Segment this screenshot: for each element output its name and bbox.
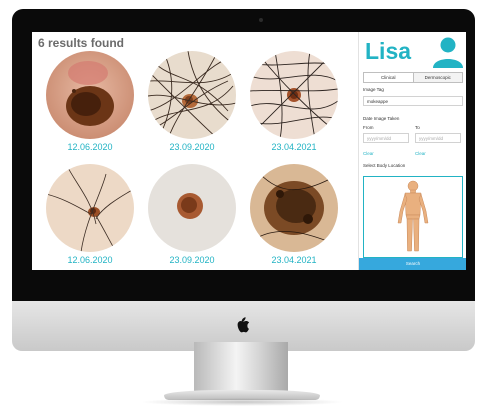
date-taken-label: Date Image Taken xyxy=(363,116,400,121)
to-label: To xyxy=(415,125,420,130)
search-button[interactable]: Search xyxy=(359,258,466,270)
from-label: From xyxy=(363,125,374,130)
date-from-input[interactable]: yyyy/mm/dd xyxy=(363,133,409,143)
tab-dermoscopic[interactable]: Dermoscopic xyxy=(413,72,463,83)
results-count-title: 6 results found xyxy=(38,36,125,50)
results-grid: 12.06.2020 23.09.2020 23.04.2021 12.06.2… xyxy=(42,49,342,269)
body-location-label: Select Body Location xyxy=(363,163,406,168)
result-date: 23.04.2021 xyxy=(271,255,317,265)
result-card[interactable]: 23.04.2021 xyxy=(246,51,342,157)
monitor-stand xyxy=(194,342,288,394)
app-screen: 6 results found 12.06.2020 23.09.2020 23… xyxy=(32,32,466,270)
clear-from-link[interactable]: Clear xyxy=(363,151,374,156)
result-card[interactable]: 12.06.2020 xyxy=(42,164,138,270)
body-figure-icon[interactable] xyxy=(364,177,462,257)
result-date: 12.06.2020 xyxy=(67,255,113,265)
result-date: 23.04.2021 xyxy=(271,142,317,152)
user-avatar-icon[interactable] xyxy=(431,34,465,68)
filter-sidebar: Lisa Clinical Dermoscopic Image Tag moke… xyxy=(358,32,466,270)
result-card[interactable]: 23.04.2021 xyxy=(246,164,342,270)
result-card[interactable]: 23.09.2020 xyxy=(144,51,240,157)
result-card[interactable]: 12.06.2020 xyxy=(42,51,138,157)
body-location-selector[interactable] xyxy=(363,176,463,258)
image-tag-label: Image Tag xyxy=(363,87,384,92)
result-card[interactable]: 23.09.2020 xyxy=(144,164,240,270)
result-date: 12.06.2020 xyxy=(67,142,113,152)
image-tag-input[interactable]: mokeappe xyxy=(363,96,463,106)
camera-icon xyxy=(259,18,263,22)
lesion-image[interactable] xyxy=(250,164,338,252)
lesion-image[interactable] xyxy=(148,51,236,139)
clear-to-link[interactable]: Clear xyxy=(415,151,426,156)
date-to-input[interactable]: yyyy/mm/dd xyxy=(415,133,461,143)
monitor-shadow xyxy=(140,398,344,406)
image-type-tabs: Clinical Dermoscopic xyxy=(363,72,463,83)
user-name: Lisa xyxy=(365,38,412,64)
lesion-image[interactable] xyxy=(250,51,338,139)
apple-logo-icon xyxy=(237,317,250,333)
lesion-image[interactable] xyxy=(148,164,236,252)
lesion-image[interactable] xyxy=(46,51,134,139)
tab-clinical[interactable]: Clinical xyxy=(363,72,414,83)
result-date: 23.09.2020 xyxy=(169,255,215,265)
lesion-image[interactable] xyxy=(46,164,134,252)
result-date: 23.09.2020 xyxy=(169,142,215,152)
